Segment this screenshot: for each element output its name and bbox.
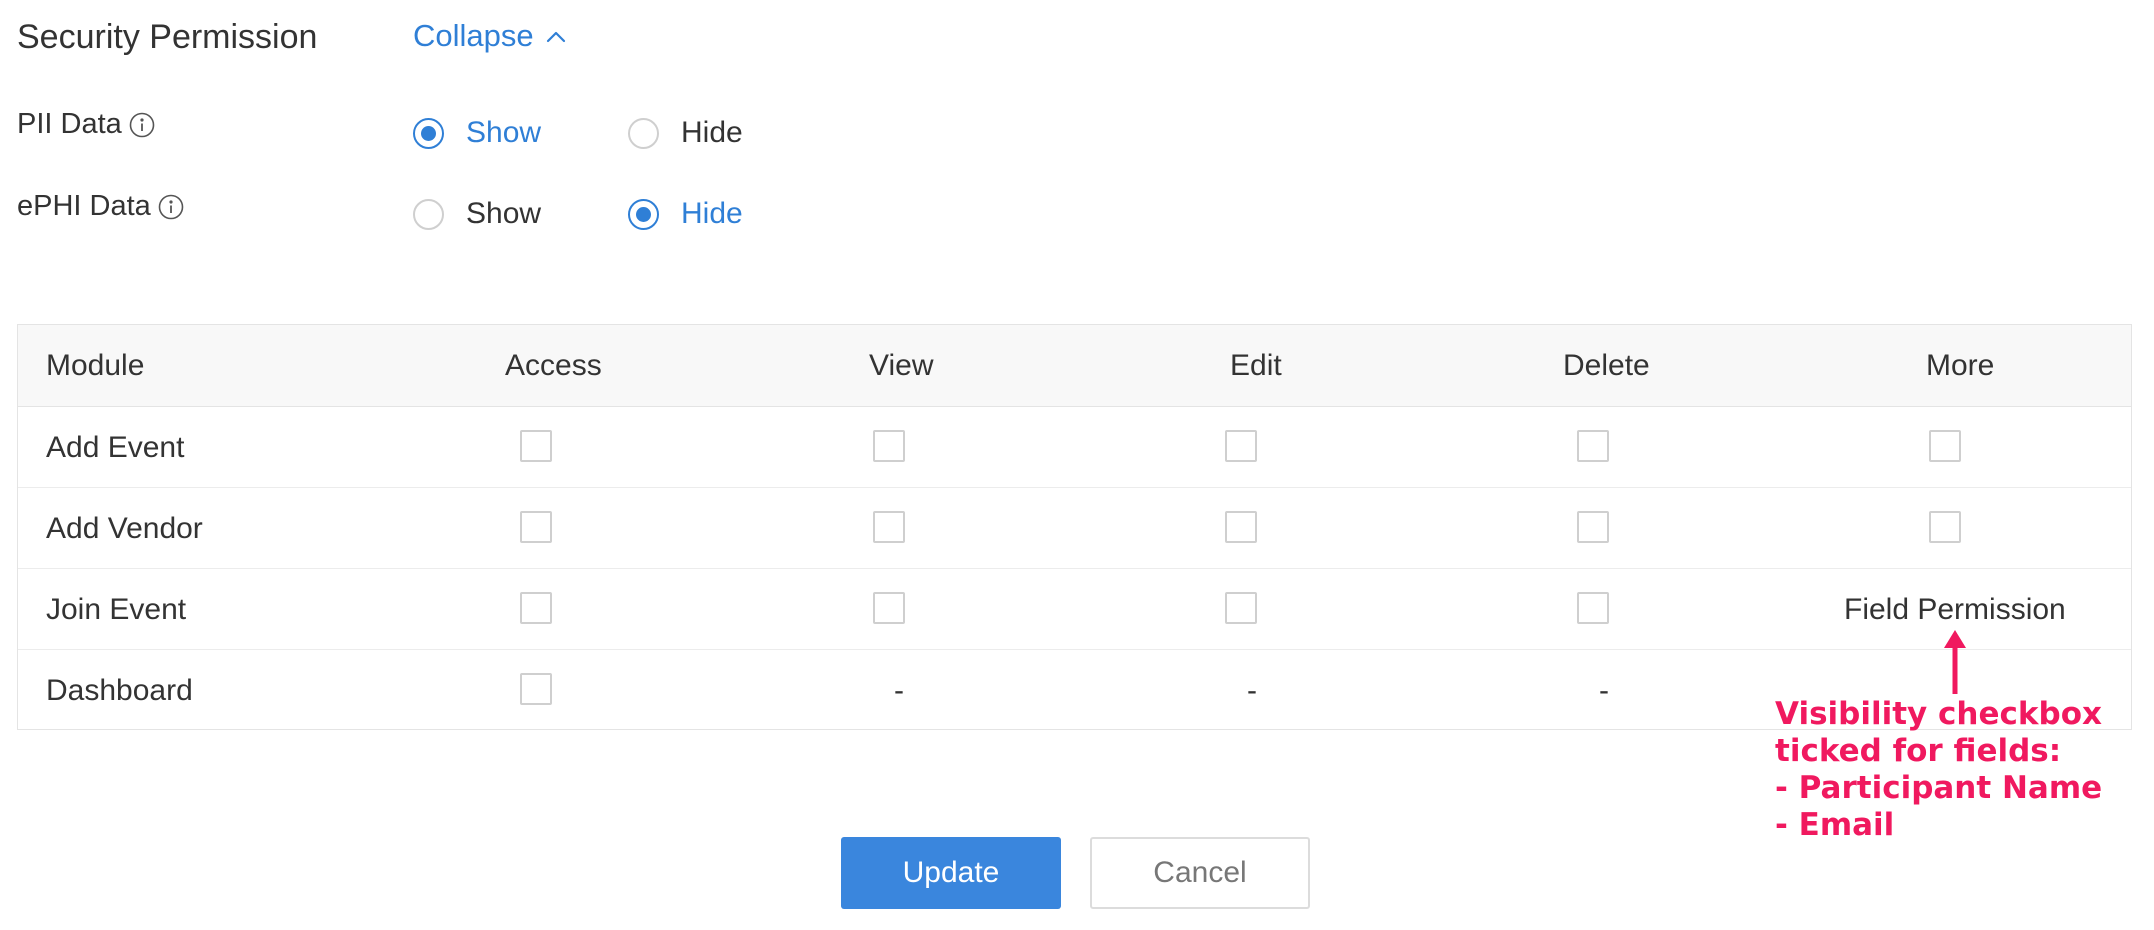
table-row: Add Vendor [18, 488, 2131, 569]
pii-hide-radio[interactable]: Hide [628, 116, 743, 150]
ephi-data-label: ePHI Data [17, 190, 185, 223]
header-module: Module [46, 349, 145, 382]
radio-label: Hide [681, 116, 743, 149]
view-checkbox[interactable] [873, 592, 905, 624]
annotation-line: Visibility checkbox [1775, 696, 2102, 732]
header-more: More [1926, 349, 1995, 382]
table-row: Join Event Field Permission [18, 569, 2131, 650]
annotation-line: - Participant Name [1775, 770, 2103, 806]
ephi-show-radio[interactable]: Show [413, 197, 541, 231]
table-header: Module Access View Edit Delete More [18, 325, 2131, 407]
header-access: Access [505, 349, 602, 382]
pii-data-label: PII Data [17, 108, 156, 141]
more-checkbox[interactable] [1929, 430, 1961, 462]
collapse-link[interactable]: Collapse [413, 18, 568, 54]
radio-label: Show [466, 116, 542, 149]
edit-checkbox[interactable] [1225, 430, 1257, 462]
delete-checkbox[interactable] [1577, 592, 1609, 624]
edit-checkbox[interactable] [1225, 592, 1257, 624]
edit-empty: - [1247, 674, 1257, 707]
module-name: Add Event [46, 431, 185, 464]
view-checkbox[interactable] [873, 511, 905, 543]
info-icon[interactable] [157, 193, 185, 221]
ephi-hide-radio[interactable]: Hide [628, 197, 743, 231]
module-name: Add Vendor [46, 512, 203, 545]
access-checkbox[interactable] [520, 592, 552, 624]
radio-circle[interactable] [628, 117, 659, 149]
header-delete: Delete [1563, 349, 1650, 382]
pii-data-text: PII Data [17, 108, 122, 140]
delete-checkbox[interactable] [1577, 430, 1609, 462]
permissions-table: Module Access View Edit Delete More Add … [17, 324, 2132, 730]
collapse-label: Collapse [413, 18, 534, 53]
delete-checkbox[interactable] [1577, 511, 1609, 543]
radio-circle[interactable] [413, 198, 444, 230]
annotation-note: Visibility checkbox ticked for fields: -… [1775, 696, 2102, 844]
ephi-data-text: ePHI Data [17, 190, 151, 222]
radio-circle[interactable] [413, 117, 444, 149]
chevron-up-icon [546, 31, 565, 43]
header-view: View [869, 349, 934, 382]
view-checkbox[interactable] [873, 430, 905, 462]
radio-circle[interactable] [628, 198, 659, 230]
access-checkbox[interactable] [520, 430, 552, 462]
radio-label: Hide [681, 197, 743, 230]
more-checkbox[interactable] [1929, 511, 1961, 543]
cancel-button[interactable]: Cancel [1090, 837, 1310, 909]
annotation-line: ticked for fields: [1775, 733, 2062, 769]
radio-label: Show [466, 197, 542, 230]
delete-empty: - [1599, 674, 1609, 707]
arrow-up-icon [1944, 630, 1966, 694]
view-empty: - [894, 674, 904, 707]
table-row: Add Event [18, 407, 2131, 488]
section-title: Security Permission [17, 18, 318, 56]
module-name: Dashboard [46, 674, 193, 707]
edit-checkbox[interactable] [1225, 511, 1257, 543]
access-checkbox[interactable] [520, 511, 552, 543]
info-icon[interactable] [128, 111, 156, 139]
module-name: Join Event [46, 593, 187, 626]
pii-show-radio[interactable]: Show [413, 116, 541, 150]
header-edit: Edit [1230, 349, 1282, 382]
annotation-line: - Email [1775, 807, 1895, 843]
update-button[interactable]: Update [841, 837, 1061, 909]
access-checkbox[interactable] [520, 673, 552, 705]
